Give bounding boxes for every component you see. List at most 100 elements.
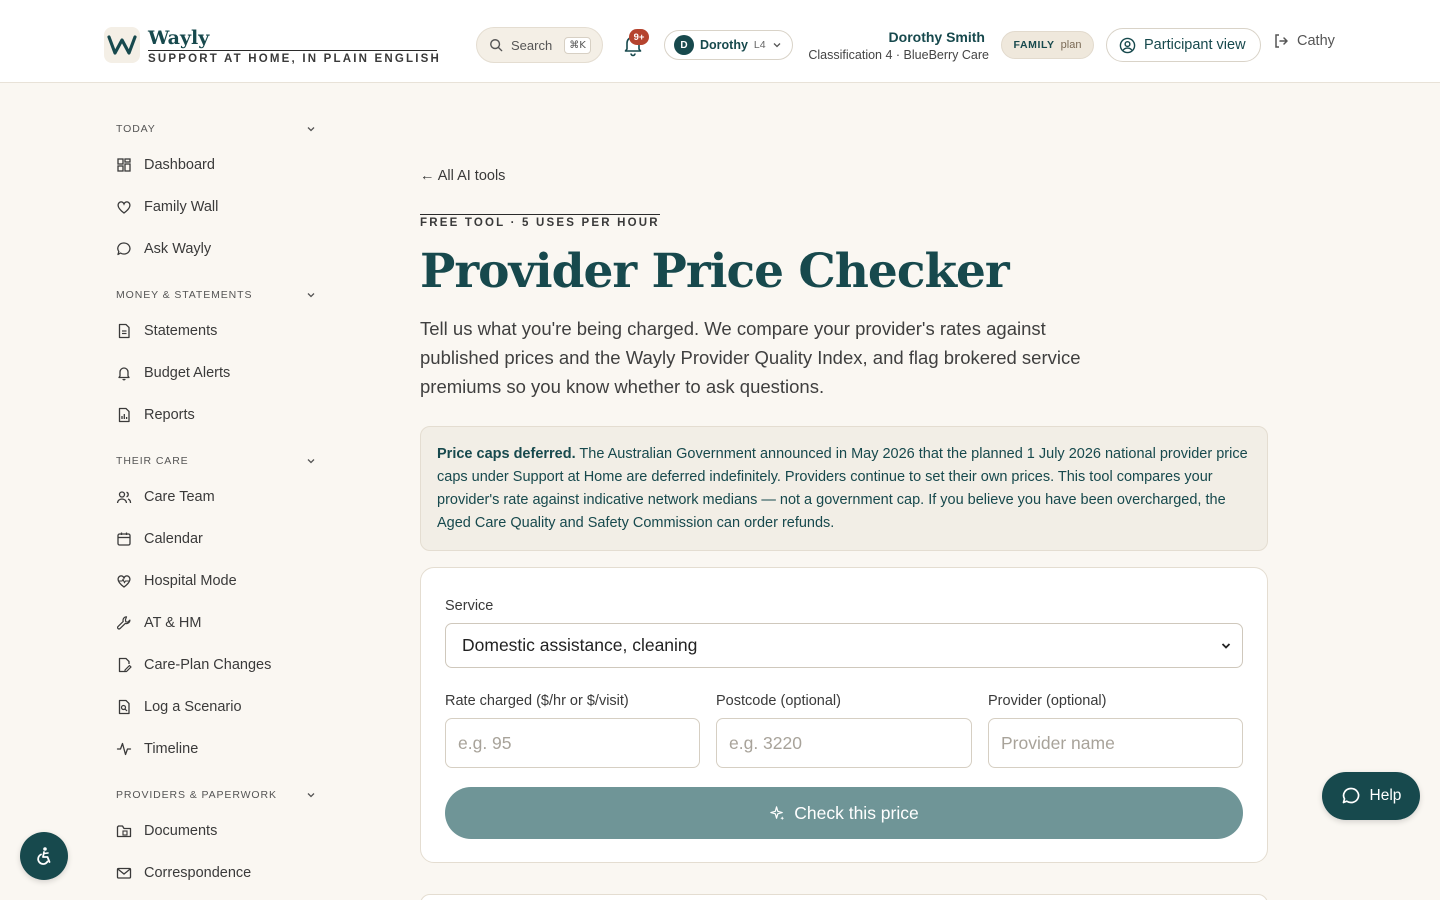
sidebar-item-log-scenario[interactable]: Log a Scenario (116, 695, 242, 719)
sidebar-section-their-care[interactable]: THEIR CARE (116, 453, 316, 469)
notifications-badge: 9+ (629, 29, 649, 45)
app-name[interactable]: Wayly (148, 27, 209, 49)
page-intro: Tell us what you're being charged. We co… (420, 318, 1081, 397)
section-title: PROVIDERS & PAPERWORK (116, 789, 277, 801)
user-name: Dorothy Smith (888, 29, 985, 45)
wrench-icon (117, 616, 131, 630)
activity-icon (116, 742, 132, 756)
chevron-down-icon (307, 793, 315, 798)
chevron-down-icon (307, 293, 315, 298)
sidebar-item-label: Documents (144, 823, 218, 839)
participant-switcher[interactable]: D Dorothy L4 (664, 30, 793, 60)
sidebar-item-calendar[interactable]: Calendar (116, 527, 203, 551)
sidebar-item-reports[interactable]: Reports (116, 403, 195, 427)
folder-icon (116, 825, 132, 838)
sidebar-item-label: AT & HM (144, 615, 202, 631)
service-selected-value: Domestic assistance, cleaning (462, 635, 698, 655)
sidebar-item-label: Timeline (144, 741, 199, 757)
scenario-icon (118, 699, 130, 715)
logout-icon (1275, 34, 1288, 48)
sidebar-item-hospital-mode[interactable]: Hospital Mode (116, 569, 237, 593)
provider-label: Provider (optional) (988, 693, 1107, 709)
sidebar-item-statements[interactable]: Statements (116, 319, 217, 343)
price-check-form: Service Domestic assistance, cleaning Ra… (420, 567, 1268, 863)
participant-name: Dorothy (700, 38, 748, 52)
rate-input[interactable]: e.g. 95 (445, 718, 700, 768)
mail-icon (116, 867, 132, 879)
chevron-down-icon (1221, 642, 1231, 649)
sidebar-item-label: Family Wall (144, 199, 219, 215)
sidebar-section-today[interactable]: TODAY (116, 121, 316, 137)
participant-avatar: D (674, 35, 694, 55)
help-button[interactable]: Help (1322, 772, 1420, 820)
participant-level: L4 (753, 39, 766, 51)
chevron-down-icon (773, 43, 781, 48)
sidebar-item-documents[interactable]: Documents (116, 819, 217, 843)
search-icon (490, 39, 503, 52)
app-tagline: SUPPORT AT HOME, IN PLAIN ENGLISH (148, 50, 439, 65)
plan-tier: FAMILY (1013, 39, 1055, 51)
search-label: Search (511, 37, 553, 53)
accessibility-button[interactable] (20, 832, 68, 880)
section-title: THEIR CARE (116, 455, 189, 467)
chat-bubble-icon (117, 242, 131, 256)
results-card (420, 894, 1268, 900)
rate-label: Rate charged ($/hr or $/visit) (445, 693, 629, 709)
sidebar-item-budget-alerts[interactable]: Budget Alerts (116, 361, 230, 385)
section-title: MONEY & STATEMENTS (116, 289, 253, 301)
logout-button[interactable]: Cathy (1273, 33, 1335, 49)
sidebar-item-family-wall[interactable]: Family Wall (116, 195, 218, 219)
postcode-label: Postcode (optional) (716, 693, 841, 709)
provider-input[interactable]: Provider name (988, 718, 1243, 768)
service-select[interactable]: Domestic assistance, cleaning (445, 623, 1243, 668)
sidebar-item-label: Budget Alerts (144, 365, 231, 381)
price-caps-notice: Price caps deferred. The Australian Gove… (420, 426, 1268, 551)
check-price-label: Check this price (794, 802, 919, 823)
chevron-down-icon (307, 459, 315, 464)
chat-bubble-icon (1342, 787, 1359, 804)
heart-pulse-icon (117, 575, 131, 588)
check-price-button[interactable]: Check this price (445, 787, 1243, 839)
user-circle-icon (1119, 37, 1136, 53)
sidebar-section-money[interactable]: MONEY & STATEMENTS (116, 287, 316, 303)
chevron-down-icon (307, 127, 315, 132)
page-title: Provider Price Checker (420, 244, 1010, 299)
wayly-logo-icon[interactable] (104, 27, 140, 63)
back-to-ai-tools-link[interactable]: ← All AI tools (420, 168, 505, 184)
sidebar-item-label: Reports (144, 407, 195, 423)
sidebar-item-timeline[interactable]: Timeline (116, 737, 198, 761)
report-icon (118, 407, 130, 423)
wayly-w-logo-icon (107, 35, 137, 55)
sidebar-item-label: Hospital Mode (144, 573, 237, 589)
sidebar-section-providers[interactable]: PROVIDERS & PAPERWORK (116, 787, 316, 803)
sidebar-item-label: Log a Scenario (144, 699, 242, 715)
participant-view-label: Participant view (1144, 37, 1246, 53)
service-label: Service (445, 598, 494, 614)
search-button[interactable]: Search ⌘K (476, 27, 603, 63)
participant-view-button[interactable]: Participant view (1106, 28, 1261, 62)
sidebar-item-label: Correspondence (144, 865, 252, 881)
calendar-icon (117, 532, 131, 546)
search-shortcut: ⌘K (564, 36, 591, 54)
postcode-input[interactable]: e.g. 3220 (716, 718, 972, 768)
bell-icon (118, 367, 130, 381)
sidebar-item-dashboard[interactable]: Dashboard (116, 153, 215, 177)
section-title: TODAY (116, 123, 156, 135)
sidebar-item-ask-wayly[interactable]: Ask Wayly (116, 237, 211, 261)
sidebar-item-label: Statements (144, 323, 218, 339)
sidebar-item-label: Care-Plan Changes (144, 657, 272, 673)
sidebar-item-label: Ask Wayly (144, 241, 212, 257)
sidebar-item-correspondence[interactable]: Correspondence (116, 861, 251, 885)
plan-badge[interactable]: FAMILY plan (1001, 31, 1094, 59)
user-classification: Classification 4 · BlueBerry Care (808, 48, 989, 62)
sidebar-item-at-hm[interactable]: AT & HM (116, 611, 201, 635)
sidebar-item-label: Care Team (144, 489, 215, 505)
heart-icon (117, 201, 131, 214)
sidebar-item-care-team[interactable]: Care Team (116, 485, 215, 509)
sidebar-item-care-plan-changes[interactable]: Care-Plan Changes (116, 653, 271, 677)
sparkle-icon (770, 805, 785, 820)
help-label: Help (1369, 787, 1402, 804)
notice-heading: Price caps deferred. (437, 446, 576, 462)
accessibility-icon (37, 847, 51, 865)
sidebar-item-label: Calendar (144, 531, 203, 547)
